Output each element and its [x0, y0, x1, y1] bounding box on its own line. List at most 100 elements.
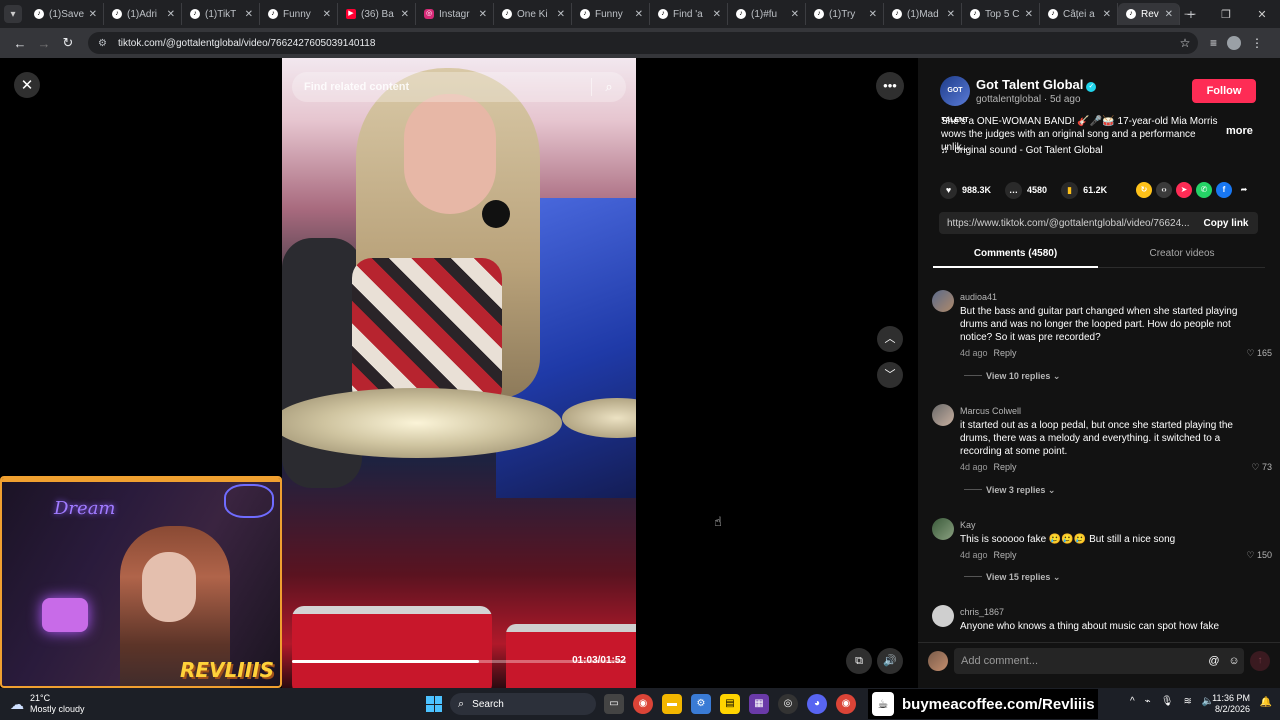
post-comment-button[interactable]: ↑ — [1250, 651, 1270, 671]
mention-icon[interactable]: @ — [1204, 655, 1224, 667]
view-replies-button[interactable]: View 15 replies ⌄ — [964, 572, 1060, 583]
browser-tab[interactable]: ◎ Instagr ✕ — [416, 3, 494, 25]
browser-tab[interactable]: ♪ (1)#fu ✕ — [728, 3, 806, 25]
chrome-icon[interactable]: ◉ — [633, 694, 653, 714]
minimize-icon[interactable]: — — [1172, 8, 1208, 20]
tab-search-button[interactable]: ▾ — [4, 5, 22, 23]
restore-icon[interactable]: ❐ — [1208, 8, 1244, 21]
whatsapp-icon[interactable]: ✆ — [1196, 182, 1212, 198]
tray-chevron-icon[interactable]: ^ — [1130, 696, 1135, 707]
user-avatar[interactable] — [928, 651, 948, 671]
comment-username[interactable]: Marcus Colwell — [960, 406, 1021, 416]
browser-tab[interactable]: ♪ (1)TikT ✕ — [182, 3, 260, 25]
comment-avatar[interactable] — [932, 605, 954, 627]
author-avatar[interactable]: GOT TALENT — [940, 76, 970, 124]
tab-close-icon[interactable]: ✕ — [1025, 9, 1033, 20]
profile-avatar[interactable] — [1227, 36, 1242, 50]
tab-creator-videos[interactable]: Creator videos — [1099, 248, 1265, 259]
file-explorer-icon[interactable]: ▬ — [662, 694, 682, 714]
repost-icon[interactable]: ↻ — [1136, 182, 1152, 198]
close-icon[interactable]: ✕ — [14, 72, 40, 98]
tab-close-icon[interactable]: ✕ — [479, 9, 487, 20]
comment-avatar[interactable] — [932, 290, 954, 312]
comment-username[interactable]: audioa41 — [960, 292, 997, 302]
comment-button[interactable]: … 4580 — [1005, 181, 1047, 199]
close-window-icon[interactable]: ✕ — [1244, 8, 1280, 21]
reading-list-icon[interactable]: ≡ — [1210, 36, 1217, 50]
reply-button[interactable]: Reply — [994, 550, 1017, 560]
comment-like-button[interactable]: ♡ 73 — [1251, 462, 1272, 473]
weather-widget[interactable]: ☁ 21°C Mostly cloudy — [10, 693, 85, 715]
site-info-icon[interactable]: ⚙ — [98, 38, 112, 49]
comment-username[interactable]: Kay — [960, 520, 976, 530]
discord-icon[interactable]: ◕ — [807, 694, 827, 714]
windows-start-icon[interactable] — [426, 696, 442, 712]
send-icon[interactable]: ➤ — [1176, 182, 1192, 198]
settings-gear-icon[interactable]: ⚙ — [691, 694, 711, 714]
comment-like-button[interactable]: ♡ 165 — [1246, 348, 1272, 359]
browser-tab[interactable]: ♪ Rev ✕ — [1118, 3, 1180, 25]
tab-close-icon[interactable]: ✕ — [713, 9, 721, 20]
apps-grid-icon[interactable]: ▦ — [749, 694, 769, 714]
emoji-icon[interactable]: ☺ — [1224, 655, 1244, 667]
copy-link-button[interactable]: Copy link — [1194, 218, 1258, 229]
address-bar[interactable]: ⚙ tiktok.com/@gottalentglobal/video/7662… — [88, 32, 1198, 54]
mic-tray-icon[interactable]: 🎙 — [1161, 696, 1174, 707]
task-view-icon[interactable]: ▭ — [604, 694, 624, 714]
back-icon[interactable]: ← — [8, 36, 32, 51]
tab-close-icon[interactable]: ✕ — [245, 9, 253, 20]
tab-close-icon[interactable]: ✕ — [323, 9, 331, 20]
sound-row[interactable]: ♫ original sound - Got Talent Global — [941, 145, 1103, 156]
comment-input[interactable] — [961, 655, 1204, 667]
related-search-input[interactable] — [304, 81, 591, 93]
comment-username[interactable]: chris_1867 — [960, 607, 1004, 617]
tab-close-icon[interactable]: ✕ — [791, 9, 799, 20]
browser-tab[interactable]: ♪ Câței a ✕ — [1040, 3, 1118, 25]
embed-icon[interactable]: ‹› — [1156, 182, 1172, 198]
comment-avatar[interactable] — [932, 518, 954, 540]
tab-close-icon[interactable]: ✕ — [401, 9, 409, 20]
browser-tab[interactable]: ♪ (1)Try ✕ — [806, 3, 884, 25]
tab-close-icon[interactable]: ✕ — [869, 9, 877, 20]
browser-tab[interactable]: ▶ (36) Ba ✕ — [338, 3, 416, 25]
reply-button[interactable]: Reply — [994, 348, 1017, 358]
browser-menu-icon[interactable]: ⋮ — [1251, 36, 1263, 50]
browser-tab[interactable]: ♪ (1)Mad ✕ — [884, 3, 962, 25]
network-icon[interactable]: ⌁ — [1145, 696, 1151, 707]
tab-close-icon[interactable]: ✕ — [1103, 9, 1111, 20]
sticky-notes-icon[interactable]: ▤ — [720, 694, 740, 714]
save-button[interactable]: ▮ 61.2K — [1061, 181, 1107, 199]
floating-player-icon[interactable]: ⧉ — [846, 648, 872, 674]
reload-icon[interactable]: ↻ — [56, 35, 80, 51]
comment-avatar[interactable] — [932, 404, 954, 426]
more-link[interactable]: more — [1226, 125, 1253, 137]
chrome-active-icon[interactable]: ◉ — [836, 694, 856, 714]
browser-tab[interactable]: ♪ (1)Save ✕ — [26, 3, 104, 25]
volume-icon[interactable]: 🔊 — [877, 648, 903, 674]
author-name-row[interactable]: Got Talent Global ✓ — [976, 77, 1097, 92]
comment-like-button[interactable]: ♡ 150 — [1246, 550, 1272, 561]
browser-tab[interactable]: ♪ Funny ✕ — [572, 3, 650, 25]
reply-button[interactable]: Reply — [994, 462, 1017, 472]
obs-icon[interactable]: ◎ — [778, 694, 798, 714]
facebook-icon[interactable]: f — [1216, 182, 1232, 198]
chevron-down-icon[interactable]: ﹀ — [877, 362, 903, 388]
browser-tab[interactable]: ♪ (1)Adri ✕ — [104, 3, 182, 25]
tab-close-icon[interactable]: ✕ — [167, 9, 175, 20]
browser-tab[interactable]: ♪ Top 5 C ✕ — [962, 3, 1040, 25]
chevron-up-icon[interactable]: ︿ — [877, 326, 903, 352]
browser-tab[interactable]: ♪ Funny ✕ — [260, 3, 338, 25]
video-player[interactable]: ⌕ 01:03/01:52 — [282, 58, 636, 688]
browser-tab[interactable]: ♪ One Ki ✕ — [494, 3, 572, 25]
search-icon[interactable]: ⌕ — [592, 79, 626, 95]
bookmark-star-icon[interactable]: ☆ — [1172, 36, 1198, 50]
tab-comments[interactable]: Comments (4580) — [933, 248, 1098, 268]
taskbar-search[interactable]: ⌕ Search — [450, 693, 596, 715]
tab-close-icon[interactable]: ✕ — [89, 9, 97, 20]
wifi-icon[interactable]: ≋ — [1183, 696, 1191, 707]
tab-close-icon[interactable]: ✕ — [947, 9, 955, 20]
view-replies-button[interactable]: View 10 replies ⌄ — [964, 371, 1060, 382]
forward-icon[interactable]: → — [32, 36, 56, 51]
like-button[interactable]: ♥ 988.3K — [940, 181, 991, 199]
tab-close-icon[interactable]: ✕ — [557, 9, 565, 20]
